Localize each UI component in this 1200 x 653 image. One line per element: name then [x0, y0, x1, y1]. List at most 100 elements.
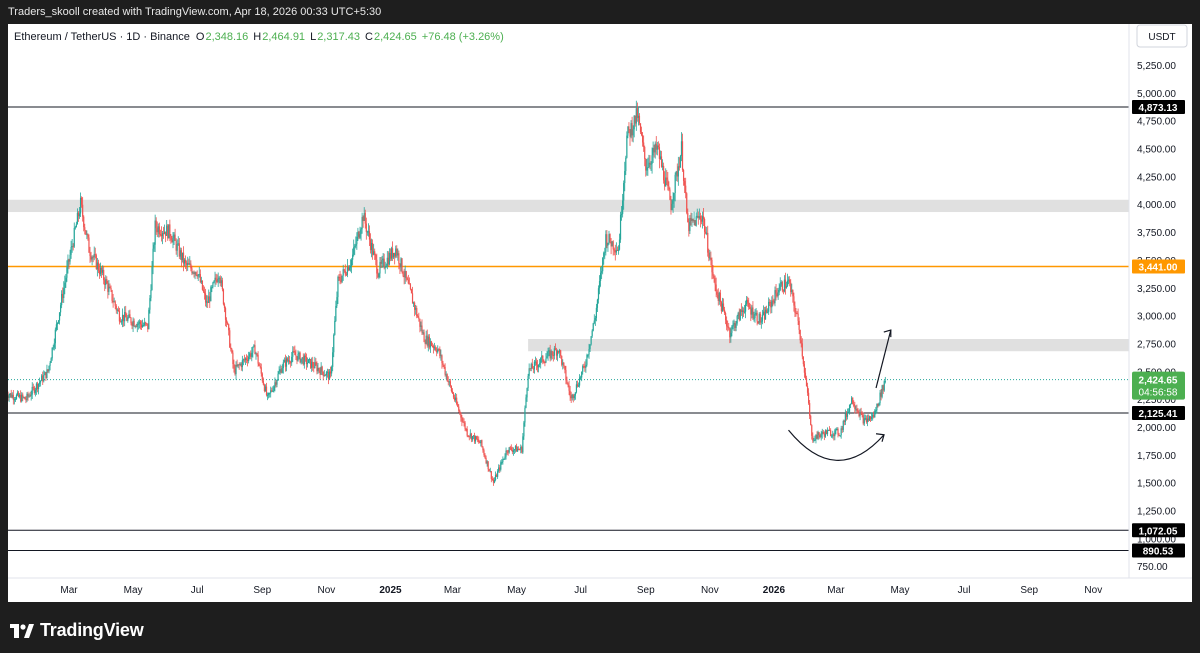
candle-body [775, 290, 777, 294]
candle-body [528, 368, 530, 376]
candle-body [500, 462, 502, 470]
candle-body [708, 252, 710, 259]
candle-body [128, 314, 130, 318]
candle-body [710, 257, 712, 260]
currency-button[interactable]: USDT [1136, 24, 1188, 48]
candle-body [691, 218, 693, 221]
candle-body [555, 349, 558, 356]
candle-body [471, 436, 474, 440]
candle-body [751, 307, 753, 315]
candle-body [269, 392, 271, 394]
candle-body [335, 305, 337, 321]
candle-body [833, 434, 835, 437]
candle-body [501, 461, 503, 463]
candle-body [178, 243, 180, 257]
candle-body [251, 352, 253, 357]
candle-body [33, 387, 35, 393]
candle-body [37, 383, 40, 390]
candle-body [463, 421, 465, 423]
candle-body [655, 143, 657, 150]
candle-body [739, 309, 741, 320]
candle-body [243, 359, 246, 361]
candle-body [217, 278, 219, 282]
open-label: O [196, 31, 205, 43]
candle-body [384, 267, 386, 269]
candle-body [429, 341, 431, 348]
candle-body [349, 265, 352, 268]
candle-body [821, 431, 823, 435]
candle-body [98, 270, 101, 275]
candle-body [297, 354, 299, 361]
candle-body [597, 288, 600, 300]
currency-label[interactable]: USDT [1148, 32, 1175, 43]
candle-body [387, 257, 389, 265]
candle-body [699, 216, 701, 220]
candle-body [510, 447, 512, 450]
candle-body [147, 323, 149, 330]
candle-body [264, 386, 267, 391]
candle-body [801, 343, 803, 357]
candle-body [762, 311, 765, 315]
candle-body [881, 385, 883, 397]
candle-body [148, 309, 150, 330]
candle-body [283, 359, 285, 363]
candle-body [847, 411, 850, 413]
chart-container[interactable]: 5,250.00 5,000.00 4,750.00 4,500.00 4,250.00… [5, 24, 1192, 602]
candle-body [632, 129, 634, 136]
candle-body [829, 429, 831, 431]
candle-body [448, 381, 450, 383]
candle-body [753, 317, 755, 319]
candle-body [694, 220, 696, 226]
candle-body [750, 308, 752, 315]
candle-body [356, 236, 358, 245]
candle-body [91, 257, 93, 260]
candle-body [605, 234, 607, 252]
candle-body [395, 248, 397, 257]
candle-body [615, 249, 617, 253]
candle-body [770, 302, 772, 308]
candle-body [864, 418, 866, 420]
price-chart[interactable]: 5,250.00 5,000.00 4,750.00 4,500.00 4,250.00… [5, 24, 1192, 602]
candle-body [552, 355, 554, 357]
candle-body [248, 356, 250, 361]
candle-body [224, 308, 227, 320]
candle-body [157, 226, 159, 233]
candle-body [457, 403, 459, 407]
candle-body [584, 366, 586, 368]
candle-body [36, 383, 39, 390]
candle-body [48, 365, 50, 372]
candle-body [614, 250, 616, 253]
candle-body [444, 366, 446, 375]
candle-body [20, 394, 22, 402]
candle-body [459, 410, 461, 413]
candle-body [603, 252, 605, 258]
candle-body [354, 245, 356, 248]
candle-body [336, 297, 338, 306]
candle-body [234, 368, 236, 375]
candle-body [116, 309, 118, 311]
candle-body [713, 275, 715, 279]
candle-body [63, 287, 65, 299]
candle-body [24, 397, 26, 400]
candle-body [406, 278, 408, 280]
brand-name: TradingView [40, 620, 144, 640]
candle-body [377, 273, 379, 278]
candle-body [11, 394, 13, 398]
time-tick-label: Sep [1020, 585, 1038, 596]
candle-body [560, 350, 562, 356]
candle-body [199, 274, 201, 283]
candle-body [260, 367, 262, 374]
candle-body [626, 135, 628, 158]
candle-body [836, 428, 838, 430]
candle-body [531, 363, 533, 369]
candle-body [627, 126, 629, 136]
price-tick-label: 5,000.00 [1137, 89, 1176, 100]
candle-body [834, 430, 836, 437]
candle-body [733, 322, 735, 325]
candle-body [308, 358, 311, 360]
candle-body [711, 259, 713, 273]
candle-body [465, 428, 467, 430]
candle-body [290, 362, 292, 364]
tradingview-logo[interactable]: TradingView [10, 620, 144, 641]
candle-body [637, 115, 640, 118]
